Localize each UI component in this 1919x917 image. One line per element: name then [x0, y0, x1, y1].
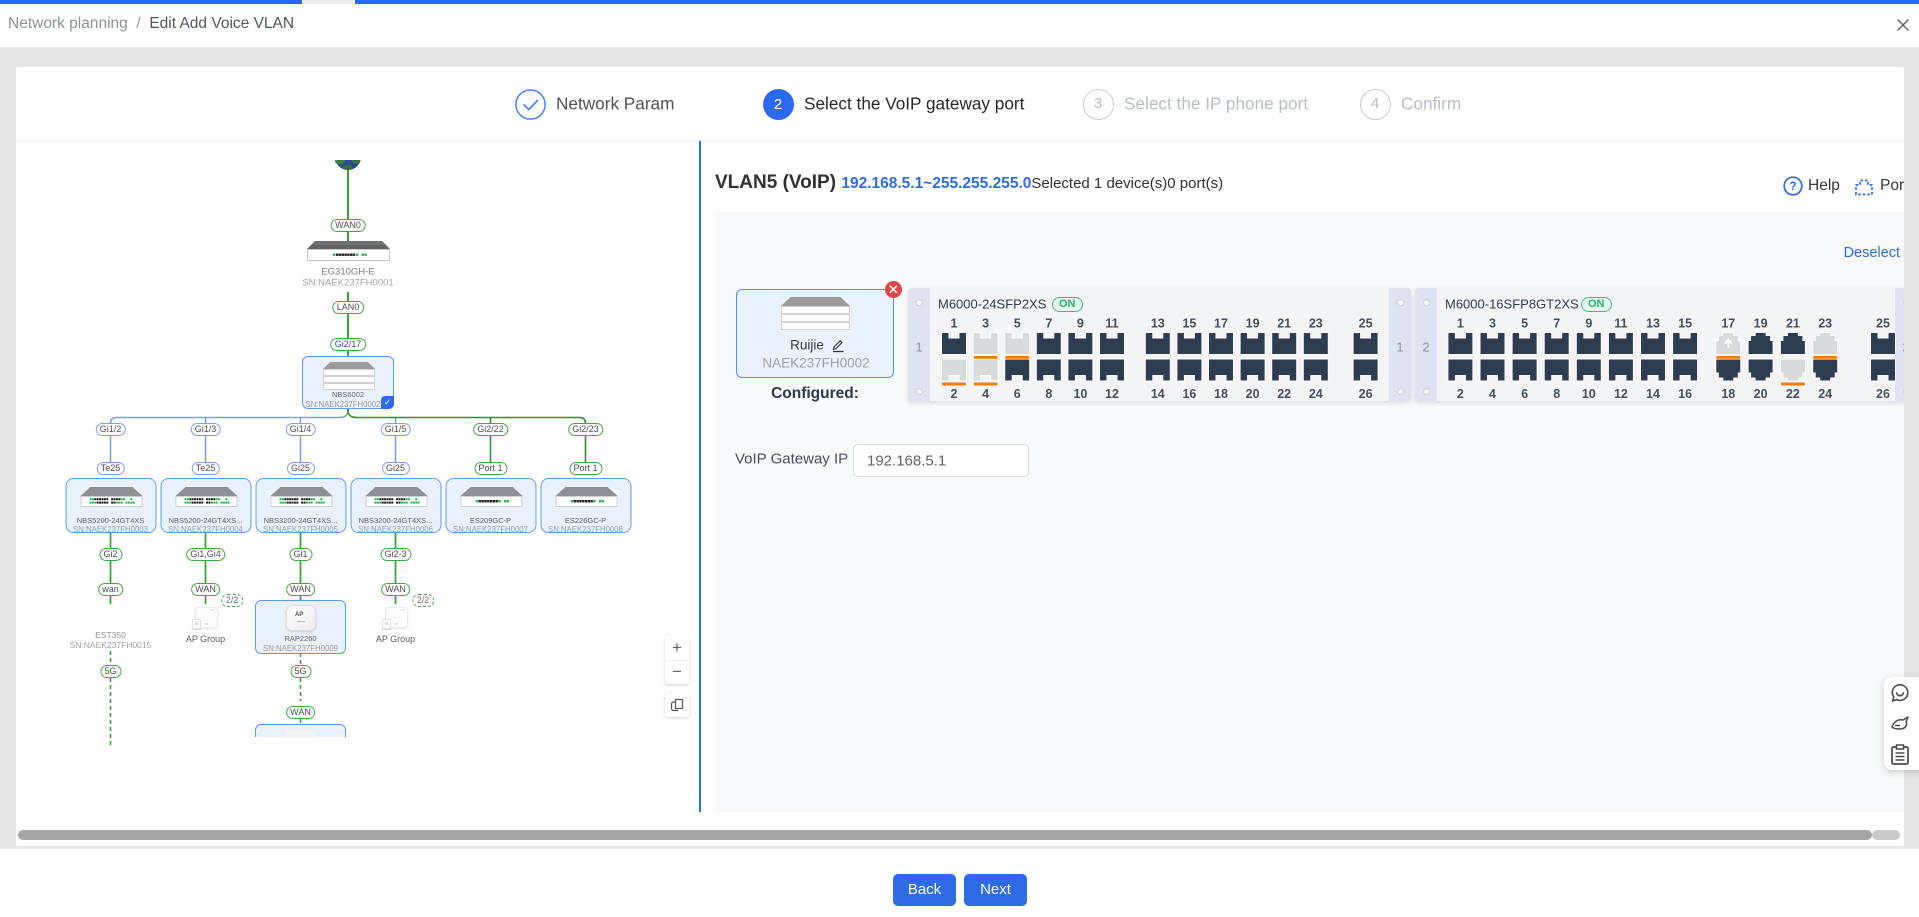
svg-text:19: 19: [1754, 317, 1768, 331]
svg-text:14: 14: [1151, 387, 1165, 401]
svg-text:7: 7: [1045, 317, 1052, 331]
svg-text:7: 7: [1553, 317, 1560, 331]
svg-text:15: 15: [1678, 317, 1692, 331]
svg-text:1: 1: [951, 317, 958, 331]
svg-text:24: 24: [1818, 387, 1832, 401]
svg-text:4: 4: [1489, 387, 1496, 401]
svg-text:4: 4: [982, 387, 989, 401]
svg-text:21: 21: [1786, 317, 1800, 331]
svg-text:14: 14: [1646, 387, 1660, 401]
svg-text:1: 1: [1457, 317, 1464, 331]
svg-text:25: 25: [1876, 317, 1890, 331]
svg-text:11: 11: [1105, 317, 1118, 331]
svg-text:24: 24: [1309, 387, 1323, 401]
svg-text:8: 8: [1553, 387, 1560, 401]
svg-text:20: 20: [1246, 387, 1260, 401]
svg-text:3: 3: [982, 317, 989, 331]
svg-text:9: 9: [1585, 317, 1592, 331]
svg-text:5: 5: [1014, 317, 1021, 331]
svg-text:3: 3: [1489, 317, 1496, 331]
svg-text:?: ?: [1789, 181, 1796, 193]
svg-text:23: 23: [1818, 317, 1832, 331]
svg-text:6: 6: [1521, 387, 1528, 401]
svg-text:15: 15: [1182, 317, 1196, 331]
svg-text:26: 26: [1876, 387, 1890, 401]
svg-text:19: 19: [1246, 317, 1260, 331]
svg-text:23: 23: [1309, 317, 1323, 331]
svg-text:18: 18: [1721, 387, 1735, 401]
svg-text:9: 9: [1077, 317, 1084, 331]
svg-text:16: 16: [1678, 387, 1692, 401]
svg-text:11: 11: [1614, 317, 1627, 331]
svg-text:17: 17: [1214, 317, 1228, 331]
svg-text:13: 13: [1646, 317, 1660, 331]
svg-text:22: 22: [1277, 387, 1291, 401]
svg-text:12: 12: [1105, 387, 1119, 401]
svg-text:12: 12: [1614, 387, 1628, 401]
svg-text:17: 17: [1721, 317, 1735, 331]
svg-text:8: 8: [1045, 387, 1052, 401]
svg-text:10: 10: [1582, 387, 1596, 401]
svg-text:2: 2: [951, 387, 958, 401]
svg-text:21: 21: [1277, 317, 1291, 331]
svg-text:25: 25: [1359, 317, 1373, 331]
svg-text:5: 5: [1521, 317, 1528, 331]
svg-text:22: 22: [1786, 387, 1800, 401]
svg-text:18: 18: [1214, 387, 1228, 401]
svg-text:2: 2: [1457, 387, 1464, 401]
svg-text:16: 16: [1182, 387, 1196, 401]
svg-text:13: 13: [1151, 317, 1165, 331]
svg-text:26: 26: [1359, 387, 1373, 401]
svg-text:6: 6: [1014, 387, 1021, 401]
svg-text:10: 10: [1073, 387, 1087, 401]
svg-text:20: 20: [1754, 387, 1768, 401]
